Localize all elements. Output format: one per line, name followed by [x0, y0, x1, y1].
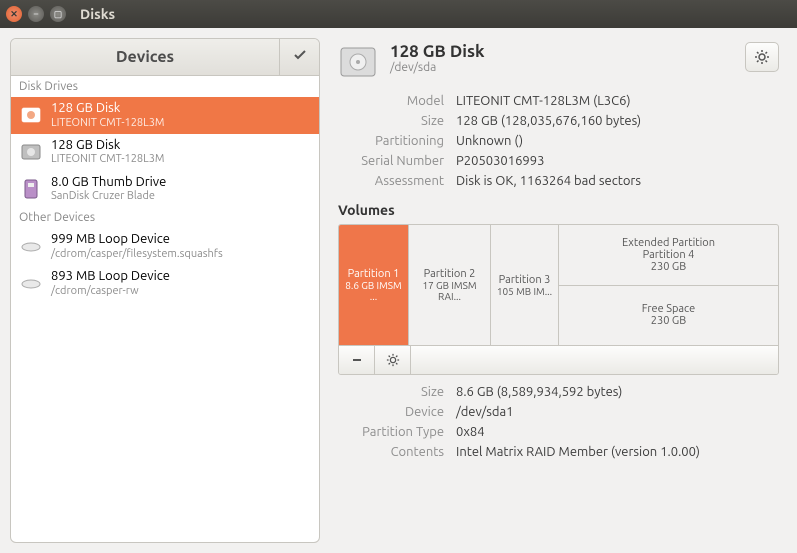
disk-options-button[interactable]	[745, 42, 779, 72]
value-vol-size: 8.6 GB (8,589,934,592 bytes)	[456, 385, 779, 399]
loop-icon	[19, 272, 43, 296]
hdd-icon	[338, 42, 378, 82]
device-title: 8.0 GB Thumb Drive	[51, 175, 166, 191]
device-item-disk-0[interactable]: 128 GB Disk LITEONIT CMT-128L3M	[11, 97, 319, 134]
label-serial: Serial Number	[338, 154, 456, 168]
volume-options-button[interactable]	[375, 346, 411, 374]
device-subtitle: SanDisk Cruzer Blade	[51, 190, 166, 203]
section-title-disk-drives: Disk Drives	[11, 76, 319, 97]
window-title: Disks	[80, 6, 115, 22]
label-partitioning: Partitioning	[338, 134, 456, 148]
device-title: 128 GB Disk	[51, 138, 165, 154]
volumes-map: Partition 1 8.6 GB IMSM ... Partition 2 …	[338, 224, 779, 375]
disk-properties: Model LITEONIT CMT-128L3M (L3C6) Size 12…	[338, 94, 779, 188]
hdd-icon	[19, 103, 43, 127]
window-close-button[interactable]: ✕	[6, 6, 22, 22]
volumes-heading: Volumes	[338, 202, 779, 218]
partition-4[interactable]: Extended Partition Partition 4 230 GB	[559, 225, 778, 286]
partition-1[interactable]: Partition 1 8.6 GB IMSM ...	[339, 225, 409, 345]
value-vol-ptype: 0x84	[456, 425, 779, 439]
partition-3[interactable]: Partition 3 105 MB IM...	[491, 225, 559, 345]
value-size: 128 GB (128,035,676,160 bytes)	[456, 114, 779, 128]
gear-icon	[754, 49, 770, 65]
label-vol-device: Device	[338, 405, 456, 419]
unmount-button[interactable]	[339, 346, 375, 374]
device-subtitle: LITEONIT CMT-128L3M	[51, 117, 165, 130]
apply-button[interactable]	[279, 39, 319, 75]
titlebar: ✕ – ▢ Disks	[0, 0, 797, 28]
device-subtitle: /cdrom/casper/filesystem.squashfs	[51, 248, 223, 261]
details-pane: 128 GB Disk /dev/sda Model LITEONIT CMT-…	[320, 28, 797, 553]
label-model: Model	[338, 94, 456, 108]
devices-sidebar: Devices Disk Drives 128 GB Disk LITEONIT…	[10, 38, 320, 543]
extended-partition: Extended Partition Partition 4 230 GB Fr…	[559, 225, 778, 345]
device-title: 999 MB Loop Device	[51, 232, 223, 248]
device-subtitle: LITEONIT CMT-128L3M	[51, 153, 165, 166]
minus-icon	[351, 354, 363, 366]
label-vol-ptype: Partition Type	[338, 425, 456, 439]
device-title: 128 GB Disk	[51, 101, 165, 117]
partition-2[interactable]: Partition 2 17 GB IMSM RAI...	[409, 225, 491, 345]
value-vol-contents: Intel Matrix RAID Member (version 1.0.00…	[456, 445, 779, 459]
disk-path: /dev/sda	[390, 61, 733, 74]
value-serial: P20503016993	[456, 154, 779, 168]
device-subtitle: /cdrom/casper-rw	[51, 285, 170, 298]
volume-toolbar	[339, 345, 778, 374]
usb-icon	[19, 177, 43, 201]
device-item-loop-0[interactable]: 999 MB Loop Device /cdrom/casper/filesys…	[11, 228, 319, 265]
label-size: Size	[338, 114, 456, 128]
device-item-loop-1[interactable]: 893 MB Loop Device /cdrom/casper-rw	[11, 265, 319, 302]
label-assessment: Assessment	[338, 174, 456, 188]
volume-properties: Size 8.6 GB (8,589,934,592 bytes) Device…	[338, 385, 779, 459]
window-maximize-button[interactable]: ▢	[50, 6, 66, 22]
device-title: 893 MB Loop Device	[51, 269, 170, 285]
device-item-thumb-drive[interactable]: 8.0 GB Thumb Drive SanDisk Cruzer Blade	[11, 171, 319, 208]
loop-icon	[19, 235, 43, 259]
value-assessment: Disk is OK, 1163264 bad sectors	[456, 174, 779, 188]
label-vol-size: Size	[338, 385, 456, 399]
value-vol-device: /dev/sda1	[456, 405, 779, 419]
value-model: LITEONIT CMT-128L3M (L3C6)	[456, 94, 779, 108]
check-icon	[292, 47, 308, 63]
free-space[interactable]: Free Space 230 GB	[559, 286, 778, 346]
hdd-icon	[19, 140, 43, 164]
sidebar-header-label: Devices	[11, 40, 279, 74]
window-minimize-button[interactable]: –	[28, 6, 44, 22]
value-partitioning: Unknown ()	[456, 134, 779, 148]
device-item-disk-1[interactable]: 128 GB Disk LITEONIT CMT-128L3M	[11, 134, 319, 171]
gear-icon	[386, 353, 400, 367]
section-title-other-devices: Other Devices	[11, 207, 319, 228]
label-vol-contents: Contents	[338, 445, 456, 459]
sidebar-header: Devices	[11, 39, 319, 76]
disk-heading: 128 GB Disk	[390, 42, 733, 61]
